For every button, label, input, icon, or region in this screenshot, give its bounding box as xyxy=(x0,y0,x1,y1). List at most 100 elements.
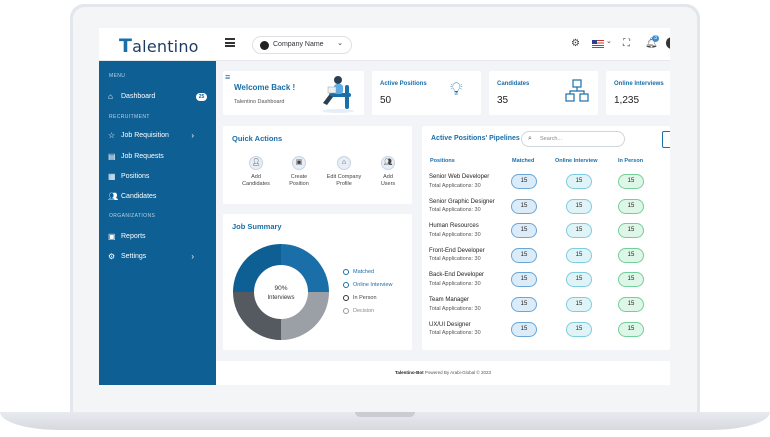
job-summary-title: Job Summary xyxy=(232,222,282,231)
laptop-notch xyxy=(355,412,415,417)
sidebar-item-candidates[interactable]: 👥︎ Candidates xyxy=(108,190,208,204)
document-icon: ▤ xyxy=(108,152,116,161)
stat-label: Online Interviews xyxy=(614,81,664,87)
clipboard-icon: ▣ xyxy=(108,232,116,241)
position-cell: Senior Web Developer Total Applications: … xyxy=(429,173,489,190)
welcome-title: Welcome Back ! xyxy=(234,83,296,92)
app-logo[interactable]: Talentino xyxy=(119,35,199,57)
add-users-action[interactable]: 👥︎ Add Users xyxy=(363,156,413,188)
settings-gear-icon[interactable]: ⚙ xyxy=(571,38,580,49)
online-interview-count-pill[interactable]: 15 xyxy=(566,223,592,239)
position-title: Human Resources xyxy=(429,223,479,230)
welcome-subtitle: Talentino Dashboard xyxy=(234,99,285,105)
column-header-in-person: In Person xyxy=(618,158,644,164)
sidebar-item-reports[interactable]: ▣ Reports xyxy=(108,230,208,244)
online-interview-count-pill[interactable]: 15 xyxy=(566,321,592,337)
lightbulb-icon: 💡︎ xyxy=(450,79,463,99)
menu-toggle-icon[interactable] xyxy=(225,38,235,47)
chevron-right-icon: › xyxy=(191,252,194,261)
matched-count-pill[interactable]: 15 xyxy=(511,247,537,263)
matched-count-pill[interactable]: 15 xyxy=(511,223,537,239)
in-person-count-pill[interactable]: 15 xyxy=(618,223,644,239)
top-bar: Talentino Company Name ⌄ ⚙ ⌄ ⛶ 🔔︎ 3 xyxy=(99,28,670,61)
legend-matched: Matched xyxy=(343,269,374,275)
briefcase-icon: ▣ xyxy=(292,156,306,170)
fullscreen-icon[interactable]: ⛶ xyxy=(623,38,630,49)
welcome-card: ≡ Welcome Back ! Talentino Dashboard xyxy=(223,71,364,115)
position-applications: Total Applications: 30 xyxy=(429,182,481,189)
online-interview-count-pill[interactable]: 15 xyxy=(566,272,592,288)
online-interview-count-pill[interactable]: 15 xyxy=(566,297,592,312)
position-title: Team Manager xyxy=(429,297,470,303)
filter-button[interactable] xyxy=(662,131,670,148)
sidebar-item-job-requests[interactable]: ▤ Job Requests xyxy=(108,150,208,164)
position-title: Front-End Developer xyxy=(429,247,485,254)
us-flag-icon[interactable] xyxy=(592,40,604,48)
pipelines-card: Active Positions' Pipelines ⌕ Search... … xyxy=(422,126,670,350)
app-screen: Talentino Company Name ⌄ ⚙ ⌄ ⛶ 🔔︎ 3 MENU… xyxy=(99,28,670,385)
person-reading-illustration xyxy=(322,76,354,113)
list-icon: ▦ xyxy=(108,172,116,181)
quick-actions-title: Quick Actions xyxy=(232,134,283,143)
position-applications: Total Applications: 30 xyxy=(429,280,481,287)
matched-count-pill[interactable]: 15 xyxy=(511,321,537,337)
avatar[interactable] xyxy=(666,37,670,49)
search-icon: ⌕ xyxy=(528,135,532,142)
position-cell: Human Resources Total Applications: 30 xyxy=(429,222,481,239)
in-person-count-pill[interactable]: 15 xyxy=(618,247,644,263)
sidebar-item-positions[interactable]: ▦ Positions xyxy=(108,170,208,184)
stat-card-candidates: Candidates 35 xyxy=(489,71,598,115)
users-icon: 👥︎ xyxy=(108,192,119,201)
footer-text: Powered By Arabi-Global © 2023 xyxy=(424,370,492,375)
in-person-count-pill[interactable]: 15 xyxy=(618,174,644,189)
notification-badge: 3 xyxy=(652,35,659,42)
company-selector[interactable]: Company Name ⌄ xyxy=(252,36,352,54)
position-applications: Total Applications: 30 xyxy=(429,305,481,312)
edit-company-profile-action[interactable]: ⌂ Edit Company Profile xyxy=(319,156,369,188)
search-input[interactable]: ⌕ Search... xyxy=(521,131,625,147)
create-position-action[interactable]: ▣ Create Position xyxy=(274,156,324,188)
in-person-count-pill[interactable]: 15 xyxy=(618,321,644,337)
star-icon: ☆ xyxy=(108,131,116,140)
position-cell: Team Manager Total Applications: 30 xyxy=(429,296,481,313)
matched-count-pill[interactable]: 15 xyxy=(511,272,537,288)
position-cell: Back-End Developer Total Applications: 30 xyxy=(429,271,484,288)
sidebar-item-settings[interactable]: ⚙ Settings › xyxy=(108,250,208,264)
pipelines-title: Active Positions' Pipelines xyxy=(431,135,520,142)
sidebar-item-dashboard[interactable]: ⌂ Dashboard 25 xyxy=(108,90,208,104)
donut-center-value: 90% xyxy=(274,285,287,292)
matched-count-pill[interactable]: 15 xyxy=(511,198,537,214)
position-applications: Total Applications: 30 xyxy=(429,330,481,337)
org-chart-icon xyxy=(565,79,589,102)
stat-value: 50 xyxy=(380,95,392,106)
legend-online-interview: Online Interview xyxy=(343,282,392,288)
language-chevron-icon[interactable]: ⌄ xyxy=(606,37,612,45)
company-logo-icon xyxy=(260,41,269,50)
position-title: Senior Graphic Designer xyxy=(429,198,495,205)
sidebar-section-organizations: ORGANIZATIONS xyxy=(109,213,156,219)
position-cell: UX/UI Designer Total Applications: 30 xyxy=(429,321,481,338)
position-cell: Senior Graphic Designer Total Application… xyxy=(429,198,495,215)
in-person-count-pill[interactable]: 15 xyxy=(618,297,644,312)
online-interview-count-pill[interactable]: 15 xyxy=(566,247,592,263)
position-title: UX/UI Designer xyxy=(429,321,471,328)
user-plus-icon: 👤︎ xyxy=(249,156,263,170)
sidebar: MENU ⌂ Dashboard 25 RECRUITMENT ☆ Job Re… xyxy=(99,61,216,385)
online-interview-count-pill[interactable]: 15 xyxy=(566,174,592,189)
matched-count-pill[interactable]: 15 xyxy=(511,174,537,189)
column-header-online-interview: Online Interview xyxy=(555,158,598,164)
column-header-matched: Matched xyxy=(512,158,535,164)
in-person-count-pill[interactable]: 15 xyxy=(618,198,644,214)
menu-lines-icon[interactable]: ≡ xyxy=(225,72,230,82)
sidebar-item-job-requisition[interactable]: ☆ Job Requisition › xyxy=(108,129,208,143)
matched-count-pill[interactable]: 15 xyxy=(511,297,537,312)
company-name: Company Name xyxy=(273,41,324,48)
position-applications: Total Applications: 30 xyxy=(429,207,481,214)
position-applications: Total Applications: 30 xyxy=(429,231,481,238)
position-applications: Total Applications: 30 xyxy=(429,256,481,263)
online-interview-count-pill[interactable]: 15 xyxy=(566,198,592,214)
in-person-count-pill[interactable]: 15 xyxy=(618,272,644,288)
job-summary-card: Job Summary 90% Interviews Matched Onlin… xyxy=(223,214,412,350)
column-header-positions: Positions xyxy=(430,158,455,164)
sidebar-section-menu: MENU xyxy=(109,73,126,79)
